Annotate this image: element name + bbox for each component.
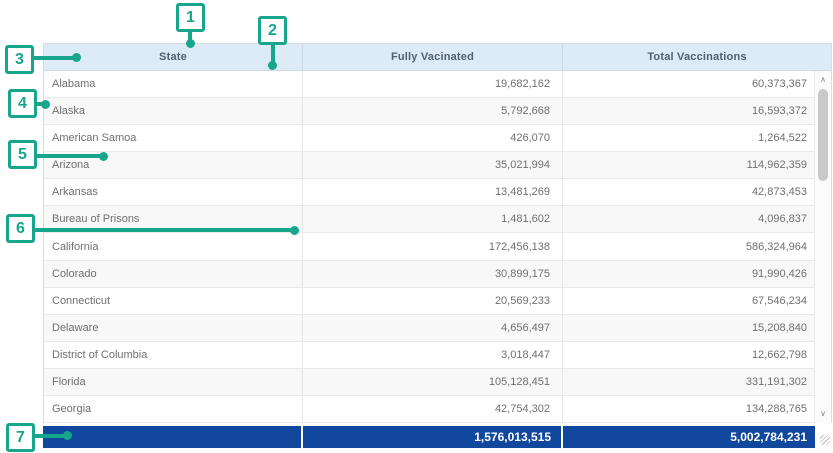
cell-state[interactable]: Alaska <box>44 98 302 124</box>
total-row-state-cell <box>43 426 301 448</box>
annotation-stem <box>36 154 101 158</box>
annotation-badge-7: 7 <box>6 423 35 452</box>
canvas: State Fully Vacinated Total Vaccinations… <box>0 0 833 453</box>
annotation-dot <box>99 152 108 161</box>
annotation-badge-1: 1 <box>176 3 205 32</box>
scroll-up-icon[interactable]: ∧ <box>815 73 831 87</box>
table-header-row: State Fully Vacinated Total Vaccinations <box>44 44 831 71</box>
cell-fully-vacinated[interactable]: 30,899,175 <box>302 261 562 287</box>
table-row[interactable]: Georgia 42,754,302 134,288,765 <box>44 396 831 423</box>
cell-state[interactable]: Georgia <box>44 396 302 422</box>
annotation-stem <box>35 434 65 438</box>
table-body: Alabama 19,682,162 60,373,367 Alaska 5,7… <box>44 71 831 423</box>
annotation-badge-3: 3 <box>5 45 34 74</box>
cell-state[interactable]: Delaware <box>44 315 302 341</box>
annotation-dot <box>268 61 277 70</box>
cell-fully-vacinated[interactable]: 4,656,497 <box>302 315 562 341</box>
total-row-total-vaccinations: 5,002,784,231 <box>563 426 815 448</box>
column-header-total-vaccinations[interactable]: Total Vaccinations <box>562 44 831 70</box>
cell-fully-vacinated[interactable]: 20,569,233 <box>302 288 562 314</box>
cell-total-vaccinations[interactable]: 12,662,798 <box>562 342 831 368</box>
cell-state[interactable]: District of Columbia <box>44 342 302 368</box>
cell-fully-vacinated[interactable]: 426,070 <box>302 125 562 151</box>
cell-fully-vacinated[interactable]: 5,792,668 <box>302 98 562 124</box>
cell-state[interactable]: Colorado <box>44 261 302 287</box>
annotation-dot <box>290 226 299 235</box>
cell-total-vaccinations[interactable]: 134,288,765 <box>562 396 831 422</box>
cell-state[interactable]: Florida <box>44 369 302 395</box>
table-row[interactable]: Alabama 19,682,162 60,373,367 <box>44 71 831 98</box>
annotation-stem <box>33 56 75 60</box>
cell-fully-vacinated[interactable]: 105,128,451 <box>302 369 562 395</box>
annotation-stem <box>35 228 292 232</box>
table-row[interactable]: District of Columbia 3,018,447 12,662,79… <box>44 342 831 369</box>
cell-total-vaccinations[interactable]: 91,990,426 <box>562 261 831 287</box>
cell-total-vaccinations[interactable]: 1,264,522 <box>562 125 831 151</box>
cell-fully-vacinated[interactable]: 1,481,602 <box>302 206 562 232</box>
cell-total-vaccinations[interactable]: 331,191,302 <box>562 369 831 395</box>
cell-total-vaccinations[interactable]: 15,208,840 <box>562 315 831 341</box>
annotation-badge-5: 5 <box>8 140 37 169</box>
cell-fully-vacinated[interactable]: 42,754,302 <box>302 396 562 422</box>
table-row[interactable]: Arizona 35,021,994 114,962,359 <box>44 152 831 179</box>
vertical-scrollbar[interactable]: ∧ ∨ <box>814 71 831 423</box>
column-header-fully-vacinated[interactable]: Fully Vacinated <box>302 44 562 70</box>
annotation-badge-2: 2 <box>258 16 287 45</box>
cell-total-vaccinations[interactable]: 114,962,359 <box>562 152 831 178</box>
cell-fully-vacinated[interactable]: 3,018,447 <box>302 342 562 368</box>
cell-fully-vacinated[interactable]: 35,021,994 <box>302 152 562 178</box>
table-total-row: 1,576,013,515 5,002,784,231 <box>43 426 832 448</box>
annotation-dot <box>41 100 50 109</box>
table-row[interactable]: Alaska 5,792,668 16,593,372 <box>44 98 831 125</box>
cell-total-vaccinations[interactable]: 16,593,372 <box>562 98 831 124</box>
total-row-corner <box>815 426 832 448</box>
cell-total-vaccinations[interactable]: 60,373,367 <box>562 71 831 97</box>
cell-total-vaccinations[interactable]: 67,546,234 <box>562 288 831 314</box>
cell-total-vaccinations[interactable]: 42,873,453 <box>562 179 831 205</box>
table-row[interactable]: American Samoa 426,070 1,264,522 <box>44 125 831 152</box>
cell-state[interactable]: Alabama <box>44 71 302 97</box>
cell-fully-vacinated[interactable]: 19,682,162 <box>302 71 562 97</box>
cell-total-vaccinations[interactable]: 586,324,964 <box>562 233 831 259</box>
table-row[interactable]: Connecticut 20,569,233 67,546,234 <box>44 288 831 315</box>
cell-state[interactable]: Arkansas <box>44 179 302 205</box>
table-row[interactable]: Delaware 4,656,497 15,208,840 <box>44 315 831 342</box>
annotation-dot <box>72 53 81 62</box>
table-row[interactable]: California 172,456,138 586,324,964 <box>44 233 831 260</box>
annotation-dot <box>186 39 195 48</box>
column-header-state[interactable]: State <box>44 44 302 70</box>
cell-state[interactable]: Connecticut <box>44 288 302 314</box>
cell-total-vaccinations[interactable]: 4,096,837 <box>562 206 831 232</box>
cell-fully-vacinated[interactable]: 13,481,269 <box>302 179 562 205</box>
scrollbar-thumb[interactable] <box>818 89 828 181</box>
table-row[interactable]: Arkansas 13,481,269 42,873,453 <box>44 179 831 206</box>
resize-grip-icon[interactable] <box>820 435 830 445</box>
annotation-dot <box>63 431 72 440</box>
annotation-badge-6: 6 <box>6 214 35 243</box>
table-grid: State Fully Vacinated Total Vaccinations… <box>43 43 832 423</box>
annotation-badge-4: 4 <box>8 89 37 118</box>
scroll-down-icon[interactable]: ∨ <box>815 407 831 421</box>
cell-state[interactable]: California <box>44 233 302 259</box>
table-row[interactable]: Florida 105,128,451 331,191,302 <box>44 369 831 396</box>
vaccination-data-table: State Fully Vacinated Total Vaccinations… <box>43 43 832 448</box>
cell-state[interactable]: American Samoa <box>44 125 302 151</box>
total-row-fully-vacinated: 1,576,013,515 <box>303 426 561 448</box>
table-row[interactable]: Colorado 30,899,175 91,990,426 <box>44 261 831 288</box>
cell-fully-vacinated[interactable]: 172,456,138 <box>302 233 562 259</box>
